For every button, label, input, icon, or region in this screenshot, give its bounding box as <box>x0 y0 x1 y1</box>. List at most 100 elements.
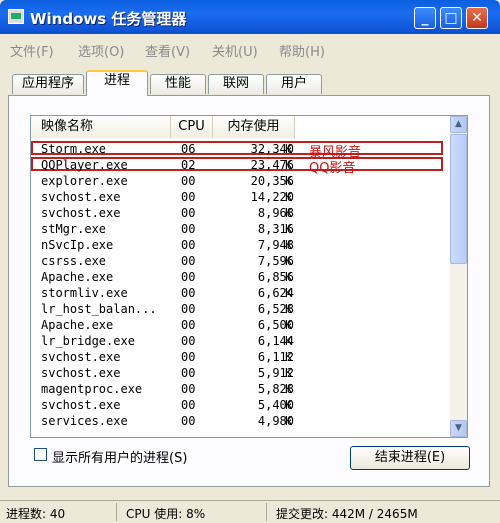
list-header: 映像名称 CPU 内存使用 <box>31 116 451 138</box>
process-cpu: 00 <box>181 334 196 348</box>
process-unit: K <box>285 318 293 332</box>
process-unit: K <box>285 222 293 236</box>
table-row[interactable]: svchost.exe 00 5,400 K <box>31 398 451 414</box>
close-button[interactable]: ✕ <box>466 7 488 29</box>
process-unit: K <box>285 158 293 172</box>
column-cpu[interactable]: CPU <box>171 116 213 138</box>
title-bar[interactable]: Windows 任务管理器 _ □ ✕ <box>0 0 500 34</box>
tab-processes[interactable]: 进程 <box>86 70 148 96</box>
process-cpu: 00 <box>181 254 196 268</box>
end-process-button[interactable]: 结束进程(E) <box>350 446 470 470</box>
process-name: lr_bridge.exe <box>41 334 135 348</box>
menu-bar: 文件(F) 选项(O) 查看(V) 关机(U) 帮助(H) <box>0 38 500 60</box>
table-row[interactable]: nSvcIp.exe 00 7,948 K <box>31 238 451 254</box>
process-cpu: 00 <box>181 222 196 236</box>
table-row[interactable]: svchost.exe 00 6,112 K <box>31 350 451 366</box>
status-divider <box>116 503 117 521</box>
column-mem-usage[interactable]: 内存使用 <box>213 116 295 138</box>
process-name: csrss.exe <box>41 254 107 268</box>
process-cpu: 00 <box>181 190 196 204</box>
tab-networking[interactable]: 联网 <box>208 74 264 94</box>
tab-users[interactable]: 用户 <box>266 74 322 94</box>
process-list[interactable]: 映像名称 CPU 内存使用 Storm.exe 06 32,340 K QQPlaye… <box>30 115 468 438</box>
status-commit-charge: 提交更改: 442M / 2465M <box>276 507 418 521</box>
process-cpu: 00 <box>181 382 196 396</box>
table-row[interactable]: Storm.exe 06 32,340 K <box>31 142 451 158</box>
process-unit: K <box>285 414 293 428</box>
column-image-name[interactable]: 映像名称 <box>31 116 171 138</box>
maximize-button[interactable]: □ <box>440 7 462 29</box>
process-name: Apache.exe <box>41 270 114 284</box>
table-row[interactable]: stormliv.exe 00 6,624 K <box>31 286 451 302</box>
table-row[interactable]: stMgr.exe 00 8,316 K <box>31 222 451 238</box>
process-unit: K <box>285 238 293 252</box>
tab-performance[interactable]: 性能 <box>150 74 206 94</box>
process-unit: K <box>285 382 293 396</box>
process-unit: K <box>285 350 293 364</box>
process-name: services.exe <box>41 414 128 428</box>
table-row[interactable]: magentproc.exe 00 5,828 K <box>31 382 451 398</box>
menu-view[interactable]: 查看(V) <box>145 41 190 60</box>
process-cpu: 00 <box>181 414 196 428</box>
window-title: Windows 任务管理器 <box>30 10 187 28</box>
show-all-users-label[interactable]: 显示所有用户的进程(S) <box>52 447 187 466</box>
show-all-users-checkbox[interactable] <box>34 448 47 461</box>
process-unit: K <box>285 190 293 204</box>
status-divider <box>266 503 267 521</box>
process-cpu: 06 <box>181 142 196 156</box>
table-row[interactable]: svchost.exe 00 5,912 K <box>31 366 451 382</box>
process-name: QQPlayer.exe <box>41 158 128 172</box>
menu-help[interactable]: 帮助(H) <box>279 41 325 60</box>
scroll-down-button[interactable]: ▼ <box>450 420 467 437</box>
table-row[interactable]: Apache.exe 00 6,856 K <box>31 270 451 286</box>
process-cpu: 00 <box>181 318 196 332</box>
process-cpu: 00 <box>181 398 196 412</box>
process-unit: K <box>285 398 293 412</box>
process-cpu: 00 <box>181 238 196 252</box>
minimize-button[interactable]: _ <box>414 7 436 29</box>
process-cpu: 00 <box>181 174 196 188</box>
vertical-scrollbar[interactable]: ▲ ▼ <box>450 116 467 437</box>
process-unit: K <box>285 366 293 380</box>
status-process-count: 进程数: 40 <box>6 507 66 521</box>
maximize-icon: □ <box>444 10 458 26</box>
scroll-thumb[interactable] <box>450 134 467 264</box>
table-row[interactable]: services.exe 00 4,980 K <box>31 414 451 430</box>
table-row[interactable]: Apache.exe 00 6,500 K <box>31 318 451 334</box>
process-cpu: 00 <box>181 350 196 364</box>
process-name: svchost.exe <box>41 190 121 204</box>
process-name: stMgr.exe <box>41 222 107 236</box>
process-unit: K <box>285 334 293 348</box>
process-unit: K <box>285 270 293 284</box>
menu-shutdown[interactable]: 关机(U) <box>212 41 258 60</box>
process-name: lr_host_balan... <box>41 302 157 316</box>
process-cpu: 02 <box>181 158 196 172</box>
chevron-down-icon: ▼ <box>455 423 462 433</box>
table-row[interactable]: svchost.exe 00 8,968 K <box>31 206 451 222</box>
table-row[interactable]: csrss.exe 00 7,596 K <box>31 254 451 270</box>
menu-file[interactable]: 文件(F) <box>10 41 54 60</box>
table-row[interactable]: svchost.exe 00 14,220 K <box>31 190 451 206</box>
process-name: svchost.exe <box>41 206 121 220</box>
scroll-up-button[interactable]: ▲ <box>450 116 467 133</box>
close-icon: ✕ <box>471 10 483 26</box>
table-row[interactable]: lr_bridge.exe 00 6,144 K <box>31 334 451 350</box>
process-name: Apache.exe <box>41 318 114 332</box>
tab-applications[interactable]: 应用程序 <box>12 74 84 94</box>
process-name: svchost.exe <box>41 366 121 380</box>
process-unit: K <box>285 286 293 300</box>
task-manager-icon <box>8 9 24 24</box>
table-row[interactable]: explorer.exe 00 20,356 K <box>31 174 451 190</box>
annotation-qqplayer: QQ影音 <box>309 161 356 176</box>
table-row[interactable]: lr_host_balan... 00 6,528 K <box>31 302 451 318</box>
status-cpu-usage: CPU 使用: 8% <box>126 507 206 521</box>
process-cpu: 00 <box>181 270 196 284</box>
process-cpu: 00 <box>181 302 196 316</box>
menu-options[interactable]: 选项(O) <box>78 41 124 60</box>
table-row[interactable]: QQPlayer.exe 02 23,476 K <box>31 158 451 174</box>
process-unit: K <box>285 206 293 220</box>
process-unit: K <box>285 174 293 188</box>
process-unit: K <box>285 142 293 156</box>
process-name: svchost.exe <box>41 398 121 412</box>
process-unit: K <box>285 302 293 316</box>
